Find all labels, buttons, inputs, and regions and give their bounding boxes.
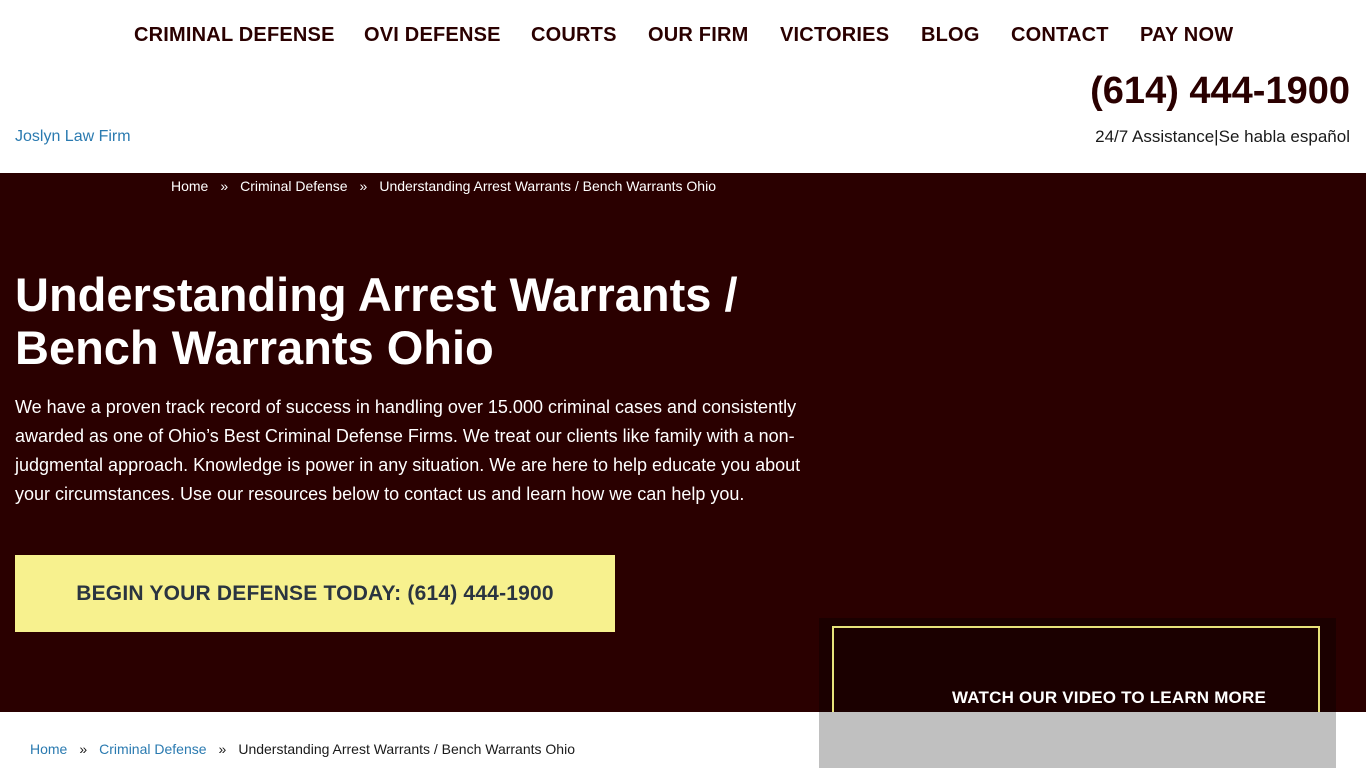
breadcrumb-current: Understanding Arrest Warrants / Bench Wa… [379, 178, 716, 194]
hero-breadcrumb: Home » Criminal Defense » Understanding Arre… [171, 178, 716, 194]
breadcrumb-section-link[interactable]: Criminal Defense [99, 741, 206, 757]
breadcrumb-home-link[interactable]: Home [30, 741, 67, 757]
breadcrumb-home-link[interactable]: Home [171, 178, 208, 194]
video-panel: WATCH OUR VIDEO TO LEARN MORE [819, 618, 1336, 768]
breadcrumb-separator: » [79, 741, 88, 757]
breadcrumb-separator: » [359, 178, 368, 194]
logo-link[interactable]: Joslyn Law Firm [15, 128, 131, 146]
video-player[interactable] [819, 712, 1336, 768]
nav-item-pay-now[interactable]: PAY NOW [1140, 24, 1233, 47]
breadcrumb-separator: » [218, 741, 227, 757]
main-navigation: CRIMINAL DEFENSE OVI DEFENSE COURTS OUR … [0, 0, 1366, 72]
nav-item-victories[interactable]: VICTORIES [780, 24, 889, 47]
header-phone-link[interactable]: (614) 444-1900 [1090, 70, 1350, 113]
hero-description: We have a proven track record of success… [15, 397, 801, 504]
breadcrumb-separator: » [220, 178, 229, 194]
logo-alt-text: Joslyn Law Firm [15, 128, 131, 145]
nav-item-criminal-defense[interactable]: CRIMINAL DEFENSE [134, 24, 335, 47]
video-heading: WATCH OUR VIDEO TO LEARN MORE [951, 688, 1266, 707]
begin-defense-cta-button[interactable]: BEGIN YOUR DEFENSE TODAY: (614) 444-1900 [15, 555, 615, 632]
page-title: Understanding Arrest Warrants / Bench Wa… [15, 268, 738, 374]
breadcrumb-current: Understanding Arrest Warrants / Bench Wa… [238, 741, 575, 757]
nav-item-blog[interactable]: BLOG [921, 24, 980, 47]
content-breadcrumb: Home » Criminal Defense » Understanding Arre… [30, 741, 575, 757]
nav-item-ovi-defense[interactable]: OVI DEFENSE [364, 24, 501, 47]
assistance-text: 24/7 Assistance|Se habla español [1095, 127, 1350, 146]
breadcrumb-section-link[interactable]: Criminal Defense [240, 178, 347, 194]
nav-item-courts[interactable]: COURTS [531, 24, 617, 47]
nav-item-our-firm[interactable]: OUR FIRM [648, 24, 748, 47]
nav-item-contact[interactable]: CONTACT [1011, 24, 1109, 47]
